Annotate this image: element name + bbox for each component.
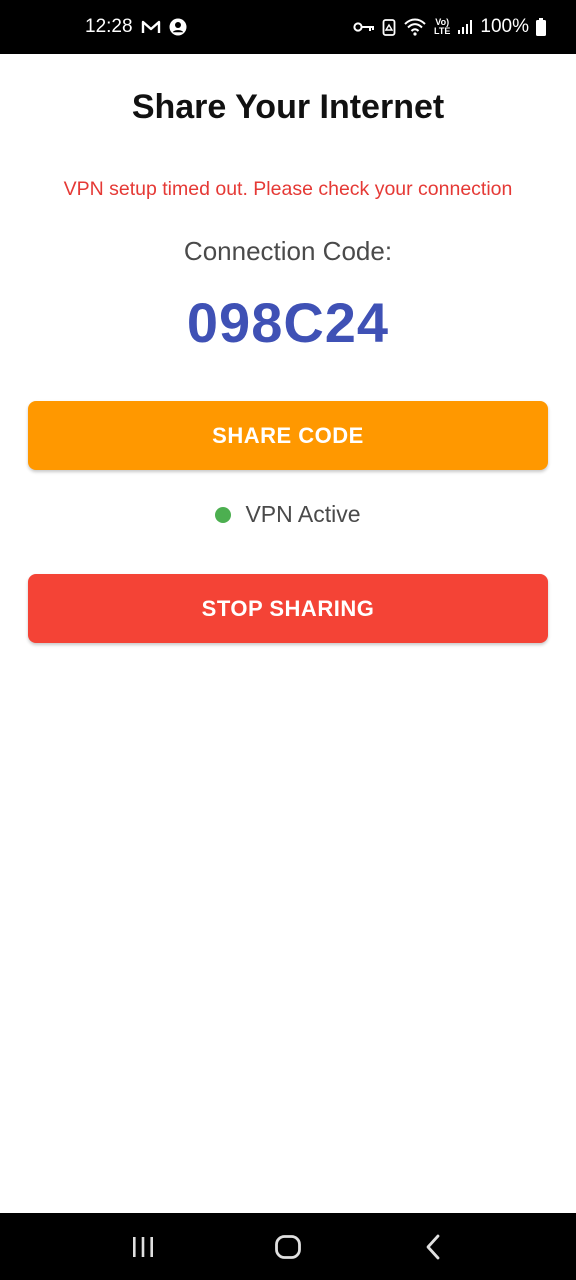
network-type-bottom: LTE [434,26,451,36]
signal-icon [457,19,473,35]
vpn-key-icon [353,21,375,33]
volte-icon: Vo) LTE [434,18,450,36]
battery-icon [536,18,546,36]
back-icon[interactable] [403,1222,463,1272]
error-message: VPN setup timed out. Please check your c… [63,178,513,200]
share-screen: Share Your Internet VPN setup timed out.… [0,54,576,1213]
gmail-icon [141,19,161,35]
connection-code-value: 098C24 [186,291,390,354]
battery-level: 100% [480,16,529,37]
navigation-bar [0,1213,576,1280]
recycle-icon [382,18,396,36]
status-left: 12:28 [85,16,187,38]
recents-icon[interactable] [113,1222,173,1272]
vpn-status: VPN Active [0,501,576,528]
account-icon [169,18,187,36]
clock: 12:28 [85,16,133,37]
status-right: Vo) LTE 100% [353,16,546,38]
page-title: Share Your Internet [131,88,445,126]
wifi-icon [403,18,427,36]
stop-sharing-button[interactable]: STOP SHARING [28,574,548,643]
home-icon[interactable] [258,1222,318,1272]
status-bar: 12:28 Vo) LTE 100% [0,0,576,54]
connection-code-label: Connection Code: [183,236,393,266]
vpn-status-label: VPN Active [245,501,361,527]
share-code-button[interactable]: SHARE CODE [28,401,548,470]
status-dot-icon [215,506,232,523]
